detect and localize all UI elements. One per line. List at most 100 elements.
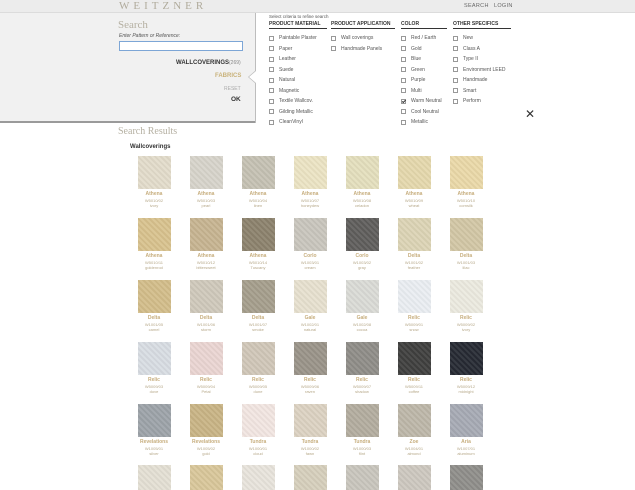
- filter-option[interactable]: Perform: [453, 96, 511, 107]
- filter-option[interactable]: Paper: [269, 44, 327, 55]
- filter-checkbox[interactable]: [401, 56, 406, 62]
- product-tile[interactable]: Athena W5010/08 celadon: [337, 156, 387, 208]
- filter-option[interactable]: Magnetic: [269, 86, 327, 97]
- product-tile[interactable]: Relic W5009/06 raven: [285, 342, 335, 394]
- filter-checkbox[interactable]: [269, 119, 274, 125]
- product-swatch[interactable]: [397, 404, 431, 437]
- product-tile[interactable]: Corlo W1003/01 cream: [285, 218, 335, 270]
- product-swatch[interactable]: [241, 404, 275, 437]
- product-tile[interactable]: Relic W5009/03 dove: [129, 342, 179, 394]
- pattern-search-input[interactable]: [119, 41, 243, 51]
- filter-option[interactable]: CleanVinyl: [269, 117, 327, 128]
- product-tile[interactable]: Athena W5010/12 bittersweet: [181, 218, 231, 270]
- product-swatch[interactable]: [345, 404, 379, 437]
- product-swatch[interactable]: [345, 465, 379, 490]
- filter-checkbox[interactable]: [453, 46, 458, 52]
- product-tile[interactable]: Athena W5010/02 ivory: [129, 156, 179, 208]
- product-tile[interactable]: Relic W5009/07 shadow: [337, 342, 387, 394]
- product-swatch[interactable]: [397, 465, 431, 490]
- product-tile[interactable]: Delta W1001/03 lilac: [441, 218, 491, 270]
- product-tile[interactable]: Corlo W1003/02 gray: [337, 218, 387, 270]
- ok-button[interactable]: OK: [231, 96, 241, 103]
- filter-checkbox[interactable]: [401, 98, 406, 104]
- filter-option[interactable]: Multi: [401, 86, 447, 97]
- product-tile[interactable]: Zoe W1004/01 almond: [389, 404, 439, 456]
- product-swatch[interactable]: [241, 465, 275, 490]
- product-swatch[interactable]: [293, 156, 327, 189]
- filter-checkbox[interactable]: [401, 88, 406, 94]
- product-swatch[interactable]: [449, 465, 483, 490]
- product-swatch[interactable]: [241, 218, 275, 251]
- product-tile[interactable]: Relic W5009/11 coffee: [389, 342, 439, 394]
- product-tile[interactable]: Delta W1001/06 storm: [181, 280, 231, 332]
- close-icon[interactable]: ✕: [524, 108, 536, 120]
- product-tile[interactable]: Athena W5010/09 wheat: [389, 156, 439, 208]
- product-swatch[interactable]: [397, 218, 431, 251]
- product-swatch[interactable]: [137, 218, 171, 251]
- product-tile[interactable]: Athena W5010/10 cornsilk: [441, 156, 491, 208]
- product-swatch[interactable]: [449, 156, 483, 189]
- product-tile[interactable]: Tundra W1000/02 fawn: [285, 404, 335, 456]
- product-tile[interactable]: Aria W1007/01 aluminum: [441, 404, 491, 456]
- product-swatch[interactable]: [293, 465, 327, 490]
- product-tile[interactable]: Revelations W1005/01 silver: [129, 404, 179, 456]
- filter-option[interactable]: Metallic: [401, 117, 447, 128]
- product-swatch[interactable]: [449, 218, 483, 251]
- filter-checkbox[interactable]: [401, 35, 406, 41]
- product-swatch[interactable]: [137, 342, 171, 375]
- filter-option[interactable]: Red / Earth: [401, 33, 447, 44]
- product-swatch[interactable]: [345, 280, 379, 313]
- product-swatch[interactable]: [137, 404, 171, 437]
- product-tile[interactable]: Athena W5010/07 honeydew: [285, 156, 335, 208]
- product-swatch[interactable]: [241, 280, 275, 313]
- product-swatch[interactable]: [345, 156, 379, 189]
- filter-checkbox[interactable]: [401, 109, 406, 115]
- filter-option[interactable]: Suede: [269, 65, 327, 76]
- product-tile[interactable]: Relic W5009/04 Petal: [181, 342, 231, 394]
- product-swatch[interactable]: [293, 280, 327, 313]
- filter-option[interactable]: Environment LEED: [453, 65, 511, 76]
- product-swatch[interactable]: [449, 280, 483, 313]
- product-tile[interactable]: Athena W5010/03 pearl: [181, 156, 231, 208]
- product-tile[interactable]: Athena W5010/11 goldenrod: [129, 218, 179, 270]
- filter-option[interactable]: Cool Neutral: [401, 107, 447, 118]
- product-tile[interactable]: Relic W5009/12 midnight: [441, 342, 491, 394]
- product-tile[interactable]: Delta W1001/05 camel: [129, 280, 179, 332]
- product-tile[interactable]: Revelations W1005/02 gold: [181, 404, 231, 456]
- filter-option[interactable]: Class A: [453, 44, 511, 55]
- product-tile[interactable]: [441, 465, 491, 490]
- product-swatch[interactable]: [241, 156, 275, 189]
- product-tile[interactable]: [389, 465, 439, 490]
- filter-option[interactable]: Handmade: [453, 75, 511, 86]
- filter-checkbox[interactable]: [269, 35, 274, 41]
- product-tile[interactable]: Gale W1002/08 cocoa: [337, 280, 387, 332]
- product-swatch[interactable]: [189, 156, 223, 189]
- filter-checkbox[interactable]: [401, 119, 406, 125]
- filter-option[interactable]: New: [453, 33, 511, 44]
- product-tile[interactable]: [285, 465, 335, 490]
- filter-option[interactable]: Blue: [401, 54, 447, 65]
- product-tile[interactable]: Athena W5010/04 linen: [233, 156, 283, 208]
- product-swatch[interactable]: [137, 465, 171, 490]
- filter-option[interactable]: Type II: [453, 54, 511, 65]
- filter-checkbox[interactable]: [269, 77, 274, 83]
- filter-option[interactable]: Wall coverings: [331, 33, 395, 44]
- product-swatch[interactable]: [189, 404, 223, 437]
- product-swatch[interactable]: [189, 280, 223, 313]
- product-tile[interactable]: Gale W1002/01 natural: [285, 280, 335, 332]
- filter-checkbox[interactable]: [453, 67, 458, 73]
- login-link[interactable]: LOGIN: [494, 3, 513, 9]
- filter-option[interactable]: Paintable Plaster: [269, 33, 327, 44]
- reset-button[interactable]: RESET: [224, 86, 241, 92]
- product-tile[interactable]: Delta W1001/02 feather: [389, 218, 439, 270]
- filter-checkbox[interactable]: [401, 67, 406, 73]
- filter-option[interactable]: Purple: [401, 75, 447, 86]
- product-swatch[interactable]: [397, 342, 431, 375]
- filter-option[interactable]: Gilding Metallic: [269, 107, 327, 118]
- product-tile[interactable]: [233, 465, 283, 490]
- filter-checkbox[interactable]: [331, 35, 336, 41]
- product-swatch[interactable]: [397, 156, 431, 189]
- filter-option[interactable]: Textile Wallcov.: [269, 96, 327, 107]
- product-swatch[interactable]: [397, 280, 431, 313]
- product-tile[interactable]: Tundra W1000/01 cloud: [233, 404, 283, 456]
